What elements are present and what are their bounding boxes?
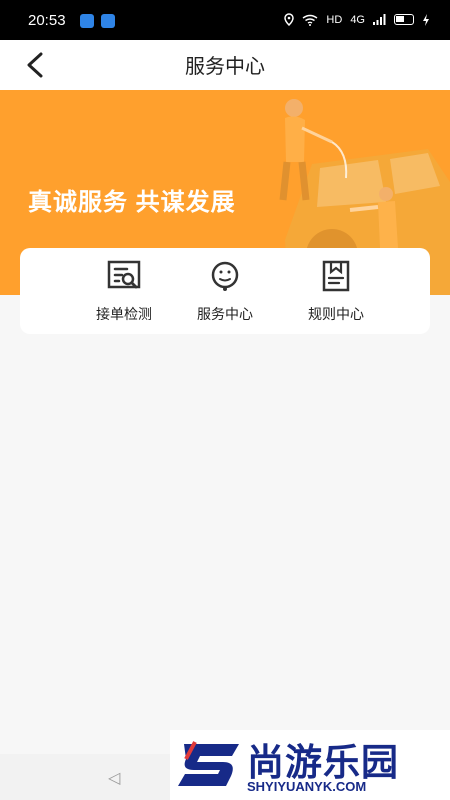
entry-label: 接单检测 [96, 306, 152, 322]
signal-type: 4G [350, 13, 365, 26]
page-title: 服务中心 [185, 56, 265, 78]
entry-service-center[interactable]: 服务中心 [170, 248, 280, 334]
status-bar: 20:53 HD 4G [0, 0, 450, 40]
service-entry-panel: 接单检测 服务中心 规则中心 [20, 248, 430, 334]
status-icons: HD 4G [284, 13, 430, 26]
system-back-icon[interactable]: ◁ [108, 768, 120, 788]
charging-icon [423, 13, 429, 26]
watermark-logo [178, 741, 239, 786]
navigation-bar: 服务中心 [0, 40, 450, 90]
app-notification-icon [101, 14, 115, 28]
entry-label: 规则中心 [308, 306, 364, 322]
entry-order-check[interactable]: 接单检测 [69, 248, 179, 334]
signal-icon [373, 14, 386, 25]
watermark: 尚游乐园 SHYIYUANYK.COM [170, 730, 450, 800]
entry-rules-center[interactable]: 规则中心 [281, 248, 391, 334]
watermark-domain: SHYIYUANYK.COM [247, 779, 367, 794]
customer-service-icon [211, 261, 239, 291]
wifi-icon [303, 14, 318, 26]
watermark-name: 尚游乐园 [247, 742, 399, 783]
battery-icon [394, 14, 414, 25]
network-type: HD [326, 13, 343, 26]
banner-slogan: 真诚服务 共谋发展 [28, 189, 236, 216]
document-search-icon [107, 260, 141, 289]
status-time: 20:53 [28, 12, 66, 29]
rules-book-icon [322, 260, 350, 292]
app-notification-icon [80, 14, 94, 28]
location-icon [284, 13, 295, 26]
entry-label: 服务中心 [197, 306, 253, 322]
